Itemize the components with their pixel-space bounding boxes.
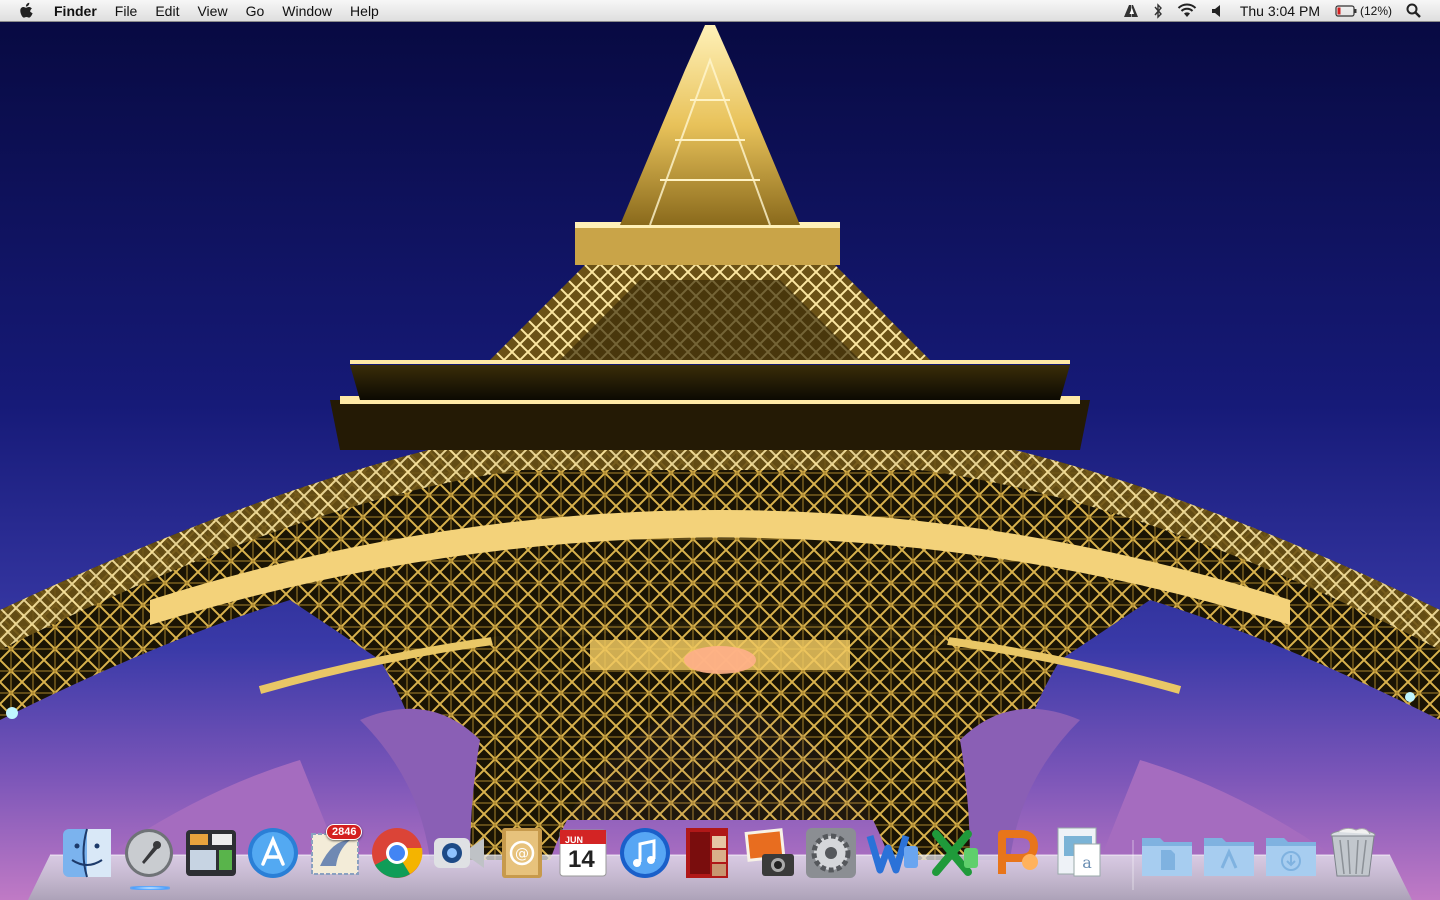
menu-help[interactable]: Help — [341, 0, 388, 22]
battery-icon[interactable]: (12%) — [1335, 0, 1392, 22]
dock-word[interactable] — [866, 826, 920, 880]
dock-downloads-folder[interactable] — [1264, 826, 1318, 880]
dock-preview[interactable]: a — [1052, 826, 1106, 880]
dock-app-store[interactable] — [246, 826, 300, 880]
mission-control-icon — [186, 830, 236, 876]
powerpoint-icon — [998, 830, 1038, 874]
system-preferences-icon — [806, 828, 856, 878]
documents-folder-icon — [1142, 838, 1192, 876]
menubar-clock[interactable]: Thu 3:04 PM — [1240, 3, 1320, 19]
dock-itunes[interactable] — [618, 826, 672, 880]
chrome-icon — [372, 828, 423, 878]
facetime-icon — [434, 838, 484, 868]
dock-system-preferences[interactable] — [804, 826, 858, 880]
finder-icon — [63, 828, 111, 878]
adobe-icon[interactable] — [1123, 0, 1139, 22]
battery-percent: (12%) — [1359, 3, 1392, 18]
dock-separator — [1132, 840, 1134, 890]
address-book-icon: @ — [502, 828, 542, 878]
dock-applications-folder[interactable] — [1202, 826, 1256, 880]
menu-edit[interactable]: Edit — [146, 0, 188, 22]
calendar-day: 14 — [568, 846, 595, 873]
applications-folder-icon — [1204, 838, 1254, 876]
menu-window[interactable]: Window — [273, 0, 341, 22]
photo-booth-icon — [686, 828, 728, 878]
downloads-folder-icon — [1266, 838, 1316, 876]
dock-facetime[interactable] — [432, 826, 486, 880]
dock-iphoto[interactable] — [742, 826, 796, 880]
desktop-wallpaper-eiffel-tower — [0, 0, 1440, 900]
dock-address-book[interactable]: @ — [494, 826, 548, 880]
dock-mission-control[interactable] — [184, 826, 238, 880]
itunes-icon — [620, 828, 670, 878]
dock-mail[interactable]: 2846 — [308, 824, 363, 880]
menu-file[interactable]: File — [106, 0, 147, 22]
dock-finder[interactable] — [60, 826, 114, 880]
mail-unread-badge: 2846 — [326, 824, 363, 840]
dock-chrome[interactable] — [370, 826, 424, 880]
bluetooth-icon[interactable] — [1153, 0, 1163, 22]
word-icon — [866, 835, 918, 874]
excel-icon — [932, 830, 978, 876]
dock-excel[interactable] — [928, 826, 982, 880]
wifi-icon[interactable] — [1177, 0, 1197, 22]
dock-documents-folder[interactable] — [1140, 826, 1194, 880]
launchpad-icon — [125, 829, 173, 877]
dock-ical[interactable]: JUN 14 — [556, 826, 610, 880]
dock: 2846 @ JUN 14 a — [60, 822, 1390, 890]
running-indicator — [130, 886, 170, 890]
menu-go[interactable]: Go — [237, 0, 274, 22]
menu-bar: Finder File Edit View Go Window Help Thu… — [0, 0, 1440, 22]
app-menu-finder[interactable]: Finder — [46, 0, 106, 22]
iphoto-icon — [744, 828, 794, 876]
dock-photo-booth[interactable] — [680, 826, 734, 880]
dock-trash[interactable] — [1326, 826, 1380, 880]
calendar-month: JUN — [565, 835, 584, 845]
spotlight-icon[interactable] — [1406, 0, 1421, 22]
app-store-icon — [248, 828, 298, 878]
svg-text:@: @ — [515, 846, 529, 862]
dock-powerpoint[interactable] — [990, 826, 1044, 880]
trash-icon — [1330, 827, 1376, 877]
apple-menu-icon[interactable] — [16, 0, 38, 22]
menu-view[interactable]: View — [188, 0, 236, 22]
svg-text:a: a — [1082, 853, 1092, 872]
volume-icon[interactable] — [1211, 0, 1223, 22]
dock-launchpad[interactable] — [122, 826, 176, 890]
preview-icon: a — [1057, 827, 1101, 877]
